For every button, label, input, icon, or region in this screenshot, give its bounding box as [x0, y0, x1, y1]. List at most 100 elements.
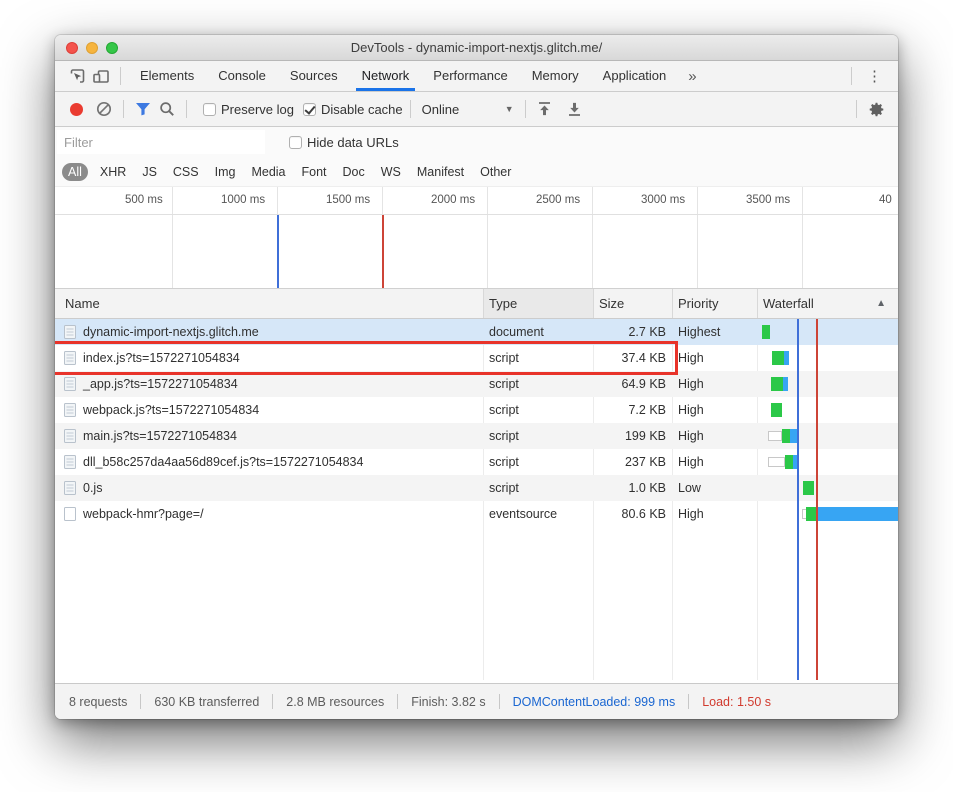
request-priority: High [678, 501, 704, 527]
dcl-marker-line [277, 215, 279, 288]
record-network-log-button[interactable] [70, 103, 83, 116]
import-har-button[interactable] [533, 97, 557, 121]
waterfall-bar-green [762, 325, 770, 339]
chevron-down-icon: ▼ [505, 104, 514, 114]
request-priority: High [678, 371, 704, 397]
request-row[interactable]: 0.jsscript1.0 KBLow [55, 475, 898, 501]
type-filter-other[interactable]: Other [480, 165, 511, 179]
type-filter-all[interactable]: All [62, 163, 88, 181]
clear-button[interactable] [92, 97, 116, 121]
highlight-annotation-box [55, 341, 678, 375]
filter-input[interactable] [57, 130, 265, 154]
waterfall-bar-wait [768, 457, 785, 467]
type-filter-media[interactable]: Media [251, 165, 285, 179]
request-row[interactable]: webpack-hmr?page=/ eventsource 80.6 KB High [55, 501, 898, 527]
tab-performance[interactable]: Performance [421, 61, 519, 91]
close-window-button[interactable] [66, 42, 78, 54]
preserve-log-label: Preserve log [221, 102, 294, 117]
disable-cache-label: Disable cache [321, 102, 403, 117]
column-header-type[interactable]: Type [489, 289, 517, 319]
inspect-element-button[interactable] [65, 64, 89, 88]
search-button[interactable] [155, 97, 179, 121]
request-row[interactable]: webpack.js?ts=1572271054834script7.2 KBH… [55, 397, 898, 423]
waterfall-cell [757, 501, 898, 527]
request-type: eventsource [489, 501, 557, 527]
tab-sources[interactable]: Sources [278, 61, 350, 91]
clear-icon [96, 101, 112, 117]
status-load: Load: 1.50 s [702, 695, 771, 709]
tab-elements[interactable]: Elements [128, 61, 206, 91]
timeline-tick-label: 3500 ms [746, 194, 790, 206]
import-arrow-icon [537, 101, 552, 117]
network-toolbar: Preserve log Disable cache Online ▼ [55, 92, 898, 127]
type-filter-ws[interactable]: WS [381, 165, 401, 179]
devtools-menu-button[interactable]: ⋮ [859, 67, 890, 85]
type-filter-font[interactable]: Font [302, 165, 327, 179]
type-filter-js[interactable]: JS [142, 165, 157, 179]
request-name: main.js?ts=1572271054834 [83, 429, 237, 443]
tick-row-divider [55, 214, 898, 215]
request-priority: Highest [678, 319, 720, 345]
status-item: 2.8 MB resources [286, 695, 384, 709]
requests-table-body: dynamic-import-nextjs.glitch.medocument2… [55, 319, 898, 680]
timeline-gridline [697, 187, 698, 288]
devtools-window: DevTools - dynamic-import-nextjs.glitch.… [55, 35, 898, 719]
file-icon [64, 455, 76, 469]
toggle-device-toolbar-button[interactable] [89, 64, 113, 88]
waterfall-bar-blue [816, 507, 898, 521]
timeline-tick-label: 40 [879, 194, 892, 206]
request-type: script [489, 423, 519, 449]
request-row[interactable]: dll_b58c257da4aa56d89cef.js?ts=157227105… [55, 449, 898, 475]
column-header-name[interactable]: Name [65, 289, 100, 319]
zoom-window-button[interactable] [106, 42, 118, 54]
waterfall-bar-green [782, 429, 790, 443]
filter-toggle-button[interactable] [131, 97, 155, 121]
type-filter-xhr[interactable]: XHR [100, 165, 126, 179]
network-overview-timeline[interactable]: 500 ms1000 ms1500 ms2000 ms2500 ms3000 m… [55, 187, 898, 289]
filter-bar: Hide data URLs [55, 127, 898, 157]
divider [140, 694, 141, 709]
column-header-size[interactable]: Size [599, 289, 624, 319]
export-arrow-icon [567, 101, 582, 117]
waterfall-bar-blue [783, 377, 788, 391]
load-marker-line [382, 215, 384, 288]
type-filter-img[interactable]: Img [215, 165, 236, 179]
request-row[interactable]: main.js?ts=1572271054834script199 KBHigh [55, 423, 898, 449]
waterfall-bar-green [785, 455, 793, 469]
status-domcontentloaded: DOMContentLoaded: 999 ms [513, 695, 676, 709]
export-har-button[interactable] [563, 97, 587, 121]
column-divider [593, 289, 594, 318]
hide-data-urls-checkbox[interactable] [289, 136, 302, 149]
request-size: 199 KB [593, 423, 666, 449]
tab-console[interactable]: Console [206, 61, 278, 91]
type-filter-css[interactable]: CSS [173, 165, 199, 179]
timeline-gridline [172, 187, 173, 288]
preserve-log-checkbox[interactable] [203, 103, 216, 116]
timeline-gridline [802, 187, 803, 288]
waterfall-cell [757, 319, 898, 345]
disable-cache-checkbox[interactable] [303, 103, 316, 116]
network-settings-button[interactable] [864, 97, 888, 121]
status-item: 630 KB transferred [154, 695, 259, 709]
request-priority: Low [678, 475, 701, 501]
more-tabs-button[interactable]: » [678, 68, 706, 85]
request-name-cell: webpack-hmr?page=/ [64, 501, 479, 527]
timeline-tick-label: 1000 ms [221, 194, 265, 206]
sort-ascending-icon[interactable]: ▲ [876, 289, 886, 319]
tab-network[interactable]: Network [350, 61, 422, 91]
title-bar: DevTools - dynamic-import-nextjs.glitch.… [55, 35, 898, 61]
throttling-select[interactable]: Online ▼ [422, 102, 514, 117]
waterfall-cell [757, 449, 898, 475]
timeline-gridline [487, 187, 488, 288]
waterfall-bar-green [806, 507, 816, 521]
minimize-window-button[interactable] [86, 42, 98, 54]
type-filter-doc[interactable]: Doc [343, 165, 365, 179]
request-name-cell: webpack.js?ts=1572271054834 [64, 397, 479, 423]
request-size: 80.6 KB [593, 501, 666, 527]
tab-memory[interactable]: Memory [520, 61, 591, 91]
divider [397, 694, 398, 709]
tab-application[interactable]: Application [591, 61, 679, 91]
column-header-waterfall[interactable]: Waterfall [763, 289, 814, 319]
column-header-priority[interactable]: Priority [678, 289, 718, 319]
type-filter-manifest[interactable]: Manifest [417, 165, 464, 179]
